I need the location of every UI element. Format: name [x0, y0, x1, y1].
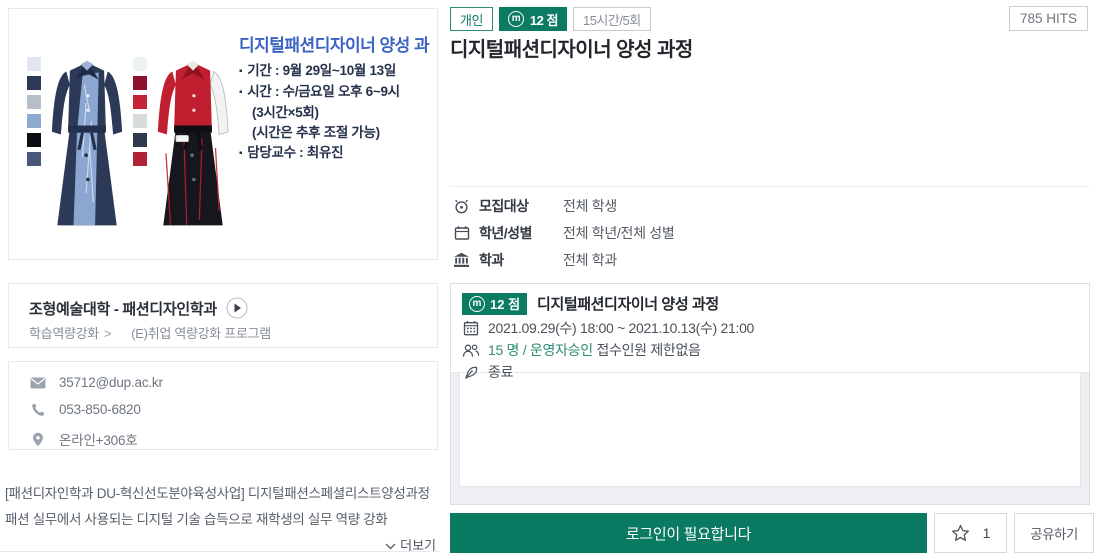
swatch [27, 95, 41, 109]
swatch [133, 76, 147, 90]
swatch [133, 114, 147, 128]
color-swatch-column-left [27, 57, 41, 166]
contact-phone[interactable]: 053-850-6820 [59, 402, 141, 417]
bullet-icon: ▪ [239, 87, 242, 98]
badge-points: m 12 점 [462, 293, 527, 315]
play-button[interactable] [226, 297, 248, 319]
info-label: 학년/성별 [479, 223, 563, 243]
flyer-line-professor: ▪담당교수 : 최유진 [239, 143, 437, 164]
description-line-1: [패션디자인학과 DU-혁신선도분야육성사업] 디지털패션스페셜리스트양성과정 [5, 482, 430, 502]
info-value: 전체 학과 [563, 250, 617, 270]
course-session-title-row: m 12 점 디지털패션디자이너 양성 과정 [462, 290, 1078, 317]
flyer-details: ▪기간 : 9월 29일~10월 13일 ▪시간 : 수/금요일 오후 6~9시… [239, 61, 437, 164]
calendar-icon [452, 225, 471, 241]
course-capacity-row: 15 명 / 운영자승인 접수인원 제한없음 [462, 339, 1078, 361]
capacity-highlight: 15 명 / 운영자승인 [488, 342, 593, 358]
course-session-card: m 12 점 디지털패션디자이너 양성 과정 2021.09.29(수) 18:… [450, 283, 1090, 505]
swatch [27, 57, 41, 71]
course-session-title: 디지털패션디자이너 양성 과정 [537, 293, 719, 314]
capacity-note: 접수인원 제한없음 [596, 342, 700, 358]
calendar-icon [462, 320, 480, 336]
course-date-range: 2021.09.29(수) 18:00 ~ 2021.10.13(수) 21:0… [488, 318, 754, 338]
email-icon [29, 377, 47, 389]
swatch [27, 133, 41, 147]
info-label: 학과 [479, 250, 563, 270]
swatch [133, 152, 147, 166]
description-line-2: 패션 실무에서 사용되는 디지털 기술 습득으로 재학생의 실무 역량 강화 [5, 508, 388, 528]
coat-illustration-denim [45, 49, 129, 229]
swatch [27, 114, 41, 128]
course-date-row: 2021.09.29(수) 18:00 ~ 2021.10.13(수) 21:0… [462, 317, 1078, 339]
flyer-line-sessions: (3시간×5회) [239, 103, 437, 123]
program-breadcrumb: 학습역량강화 > (E)취업 역량강화 프로그램 [29, 323, 271, 342]
department-card: 조형예술대학 - 패션디자인학과 학습역량강화 > (E)취업 역량강화 프로그램 [8, 283, 438, 348]
page-title: 디지털패션디자이너 양성 과정 [450, 33, 693, 62]
info-value: 전체 학년/전체 성별 [563, 223, 674, 243]
badge-duration: 15시간/5회 [573, 7, 651, 31]
contact-card: 35712@dup.ac.kr 053-850-6820 온라인+306호 [8, 361, 438, 450]
swatch [133, 57, 147, 71]
points-label: 12 점 [490, 294, 520, 313]
info-row-grade-gender: 학년/성별 전체 학년/전체 성별 [452, 223, 674, 243]
info-label: 모집대상 [479, 196, 563, 216]
coat-illustration-red [151, 49, 235, 229]
chevron-down-icon [385, 543, 396, 550]
badge-points: m 12 점 [499, 7, 567, 31]
m-circle-icon: m [508, 11, 524, 27]
info-row-department: 학과 전체 학과 [452, 250, 617, 270]
contact-location-row: 온라인+306호 [29, 429, 138, 449]
flyer-line-time: ▪시간 : 수/금요일 오후 6~9시 [239, 82, 437, 103]
swatch [27, 76, 41, 90]
swatch [133, 133, 147, 147]
hits-counter: 785 HITS [1009, 6, 1088, 31]
swatch [27, 152, 41, 166]
bullet-icon: ▪ [239, 148, 242, 159]
chevron-right-icon: > [104, 326, 111, 341]
breadcrumb-program[interactable]: (E)취업 역량강화 프로그램 [131, 326, 271, 341]
info-value: 전체 학생 [563, 196, 617, 216]
contact-phone-row: 053-850-6820 [29, 402, 141, 417]
target-icon [452, 198, 471, 215]
course-flyer-image: 디지털패션디자이너 양성 과 ▪기간 : 9월 29일~10월 13일 ▪시간 … [8, 8, 438, 260]
divider [0, 551, 440, 552]
location-pin-icon [29, 432, 47, 447]
favorite-count: 1 [983, 525, 991, 541]
m-circle-icon: m [469, 296, 485, 312]
people-icon [462, 343, 480, 358]
flyer-title: 디지털패션디자이너 양성 과 [239, 31, 437, 56]
badge-row: 개인 m 12 점 15시간/5회 [450, 7, 651, 31]
bullet-icon: ▪ [239, 66, 242, 77]
flyer-line-period: ▪기간 : 9월 29일~10월 13일 [239, 61, 437, 82]
course-status: 종료 [488, 362, 513, 382]
star-icon [951, 524, 970, 542]
contact-email-row: 35712@dup.ac.kr [29, 375, 163, 390]
course-session-header: m 12 점 디지털패션디자이너 양성 과정 2021.09.29(수) 18:… [451, 284, 1089, 373]
login-required-button[interactable]: 로그인이 필요합니다 [450, 513, 927, 553]
breadcrumb-category[interactable]: 학습역량강화 [29, 326, 99, 341]
points-label: 12 점 [530, 10, 558, 29]
contact-location: 온라인+306호 [59, 429, 138, 449]
play-icon [226, 297, 248, 319]
course-capacity: 15 명 / 운영자승인 접수인원 제한없음 [488, 340, 701, 360]
badge-type: 개인 [450, 7, 493, 31]
course-detail-page: 디지털패션디자이너 양성 과 ▪기간 : 9월 29일~10월 13일 ▪시간 … [0, 0, 1097, 557]
university-icon [452, 252, 471, 268]
phone-icon [29, 403, 47, 417]
color-swatch-column-right [133, 57, 147, 166]
contact-email[interactable]: 35712@dup.ac.kr [59, 375, 163, 390]
info-row-target: 모집대상 전체 학생 [452, 196, 617, 216]
department-title-row: 조형예술대학 - 패션디자인학과 [29, 297, 248, 319]
swatch [133, 95, 147, 109]
flyer-line-note: (시간은 추후 조절 가능) [239, 123, 437, 143]
department-title: 조형예술대학 - 패션디자인학과 [29, 298, 217, 319]
share-button[interactable]: 공유하기 [1014, 513, 1094, 553]
favorite-button[interactable]: 1 [934, 513, 1007, 553]
pen-icon [462, 365, 480, 380]
course-session-body [459, 373, 1081, 487]
divider [450, 186, 1090, 187]
